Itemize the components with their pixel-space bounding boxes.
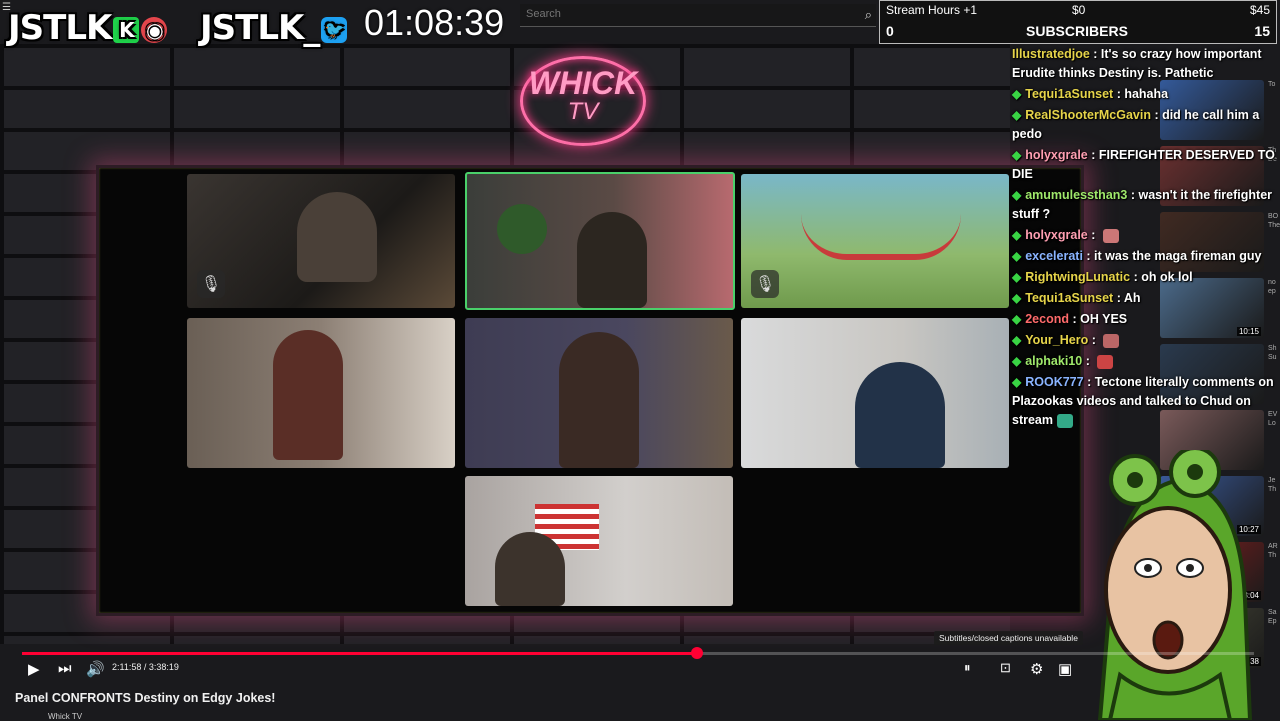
chat-message: ◆ excelerati : it was the maga fireman gu… [1012, 249, 1262, 263]
chat-username[interactable]: Tequi1aSunset [1025, 291, 1113, 305]
chat-message: ◆ Tequi1aSunset : hahaha [1012, 87, 1169, 101]
chat-badge-icon: ◆ [1012, 228, 1022, 242]
chat-username[interactable]: alphaki10 [1025, 354, 1082, 368]
video-progress-bar[interactable] [22, 647, 1254, 659]
stream-goals-panel: Stream Hours +1 $0 $45 0 SUBSCRIBERS 15 [879, 0, 1277, 44]
goal-label: Stream Hours +1 [886, 3, 978, 17]
chat-emote-icon [1102, 228, 1119, 243]
chat-text: Ah [1123, 291, 1141, 305]
chat-message: ◆ RightwingLunatic : oh ok lol [1012, 270, 1193, 284]
miniplayer-icon[interactable]: ▣ [1058, 660, 1072, 678]
chat-emote-icon [1057, 413, 1073, 428]
chat-message: Illustratedjoe : It's so crazy how impor… [1012, 47, 1262, 80]
time-display: 2:11:58 / 3:38:19 [112, 662, 179, 672]
channel-brand-1: JSTLK K ◉ [8, 8, 168, 48]
chat-emote-icon [1097, 354, 1114, 369]
participant-tile-6 [741, 318, 1009, 468]
chat-message: ◆ Tequi1aSunset : Ah [1012, 291, 1141, 305]
chat-username[interactable]: RightwingLunatic [1025, 270, 1130, 284]
chat-badge-icon: ◆ [1012, 312, 1022, 326]
goal-current: $0 [1072, 3, 1086, 17]
logo-line1: WHICK [528, 65, 638, 101]
volume-icon[interactable]: 🔊 [86, 660, 105, 678]
captions-icon[interactable]: ⊡ [1000, 660, 1011, 676]
chat-message: ◆ Your_Hero : [1010, 330, 1278, 351]
chat-username[interactable]: Illustratedjoe [1012, 47, 1090, 61]
participant-tile-5 [465, 318, 733, 468]
chat-badge-icon: ◆ [1012, 333, 1022, 347]
chat-badge-icon: ◆ [1012, 249, 1022, 263]
logo-line2: TV [567, 98, 599, 125]
recommended-video-title[interactable]: AR Th [1268, 542, 1280, 560]
mic-muted-icon: 🎙 [197, 270, 225, 298]
stream-timer: 01:08:39 [364, 2, 505, 43]
twitter-icon: 🐦 [321, 16, 348, 43]
chat-badge-icon: ◆ [1012, 188, 1022, 202]
chat-badge-icon: ◆ [1012, 108, 1022, 122]
subs-goal: 15 [1254, 23, 1270, 39]
chat-message: ◆ ROOK777 : Tectone literally comments on… [1012, 375, 1274, 428]
chat-message: ◆ RealShooterMcGavin : did he call him a … [1012, 108, 1260, 141]
chat-username[interactable]: RealShooterMcGavin [1025, 108, 1151, 122]
chat-username[interactable]: excelerati [1025, 249, 1083, 263]
chat-message: ◆ alphaki10 : [1010, 351, 1278, 372]
chat-overlay: Illustratedjoe : It's so crazy how impor… [1010, 44, 1278, 444]
chat-username[interactable]: ROOK777 [1025, 375, 1083, 389]
participant-tile-7 [465, 476, 733, 606]
subs-current: 0 [886, 23, 894, 39]
channel-brand-2: JSTLK_ 🐦 [200, 8, 348, 48]
chat-message: ◆ amumulessthan3 : wasn't it the firefigh… [1012, 188, 1273, 221]
search-input[interactable] [520, 5, 852, 23]
chat-username[interactable]: Your_Hero [1025, 333, 1088, 347]
chat-badge-icon: ◆ [1012, 291, 1022, 305]
search-bar[interactable]: ⌕ [520, 4, 876, 27]
play-icon[interactable]: ▶ [28, 660, 40, 678]
chat-username[interactable]: Tequi1aSunset [1025, 87, 1113, 101]
chat-username[interactable]: holyxgrale [1025, 228, 1088, 242]
next-icon[interactable]: ⏭ [58, 660, 72, 677]
settings-gear-icon[interactable]: ⚙ [1030, 660, 1043, 678]
chat-username[interactable]: holyxgrale [1025, 148, 1088, 162]
record-icon: ◉ [141, 16, 168, 43]
participant-tile-1: 🎙 [187, 174, 455, 308]
participant-tile-2-active [465, 172, 735, 310]
frog-mascot-overlay [1097, 450, 1253, 720]
chat-badge-icon: ◆ [1012, 270, 1022, 284]
recommended-video-title[interactable]: Je Th [1268, 476, 1280, 494]
chat-badge-icon: ◆ [1012, 375, 1022, 389]
chat-badge-icon: ◆ [1012, 148, 1022, 162]
participant-tile-3-cartoon: 🎙 [741, 174, 1009, 308]
chat-username[interactable]: amumulessthan3 [1025, 188, 1127, 202]
whick-tv-logo: WHICK TV [520, 56, 646, 146]
goal-target: $45 [1249, 3, 1270, 17]
autoplay-toggle-icon[interactable]: ⏸ [964, 660, 971, 676]
chat-message: ◆ holyxgrale : FIREFIGHTER DESERVED TO DI… [1012, 148, 1275, 181]
captions-tooltip: Subtitles/closed captions unavailable [934, 631, 1083, 645]
chat-emote-icon [1103, 333, 1120, 348]
search-icon[interactable]: ⌕ [865, 7, 872, 23]
kick-icon: K [113, 16, 140, 43]
progress-scrubber[interactable] [691, 647, 704, 659]
mic-muted-icon: 🎙 [751, 270, 779, 298]
chat-message: ◆ holyxgrale : [1010, 225, 1278, 246]
video-call-frame: 🎙 🎙 [96, 165, 1084, 616]
video-title: Panel CONFRONTS Destiny on Edgy Jokes! [15, 691, 276, 705]
chat-badge-icon: ◆ [1012, 87, 1022, 101]
chat-message: ◆ 2econd : OH YES [1012, 312, 1128, 326]
chat-badge-icon: ◆ [1012, 354, 1022, 368]
chat-username[interactable]: 2econd [1025, 312, 1069, 326]
subs-title: SUBSCRIBERS [1026, 23, 1128, 39]
chat-text: oh ok lol [1141, 270, 1193, 284]
chat-text: it was the maga fireman guy [1094, 249, 1262, 263]
chat-text: hahaha [1124, 87, 1169, 101]
chat-text: OH YES [1080, 312, 1128, 326]
recommended-video-title[interactable]: Sa Ep [1268, 608, 1280, 626]
participant-tile-4 [187, 318, 455, 468]
progress-fill [22, 652, 698, 655]
